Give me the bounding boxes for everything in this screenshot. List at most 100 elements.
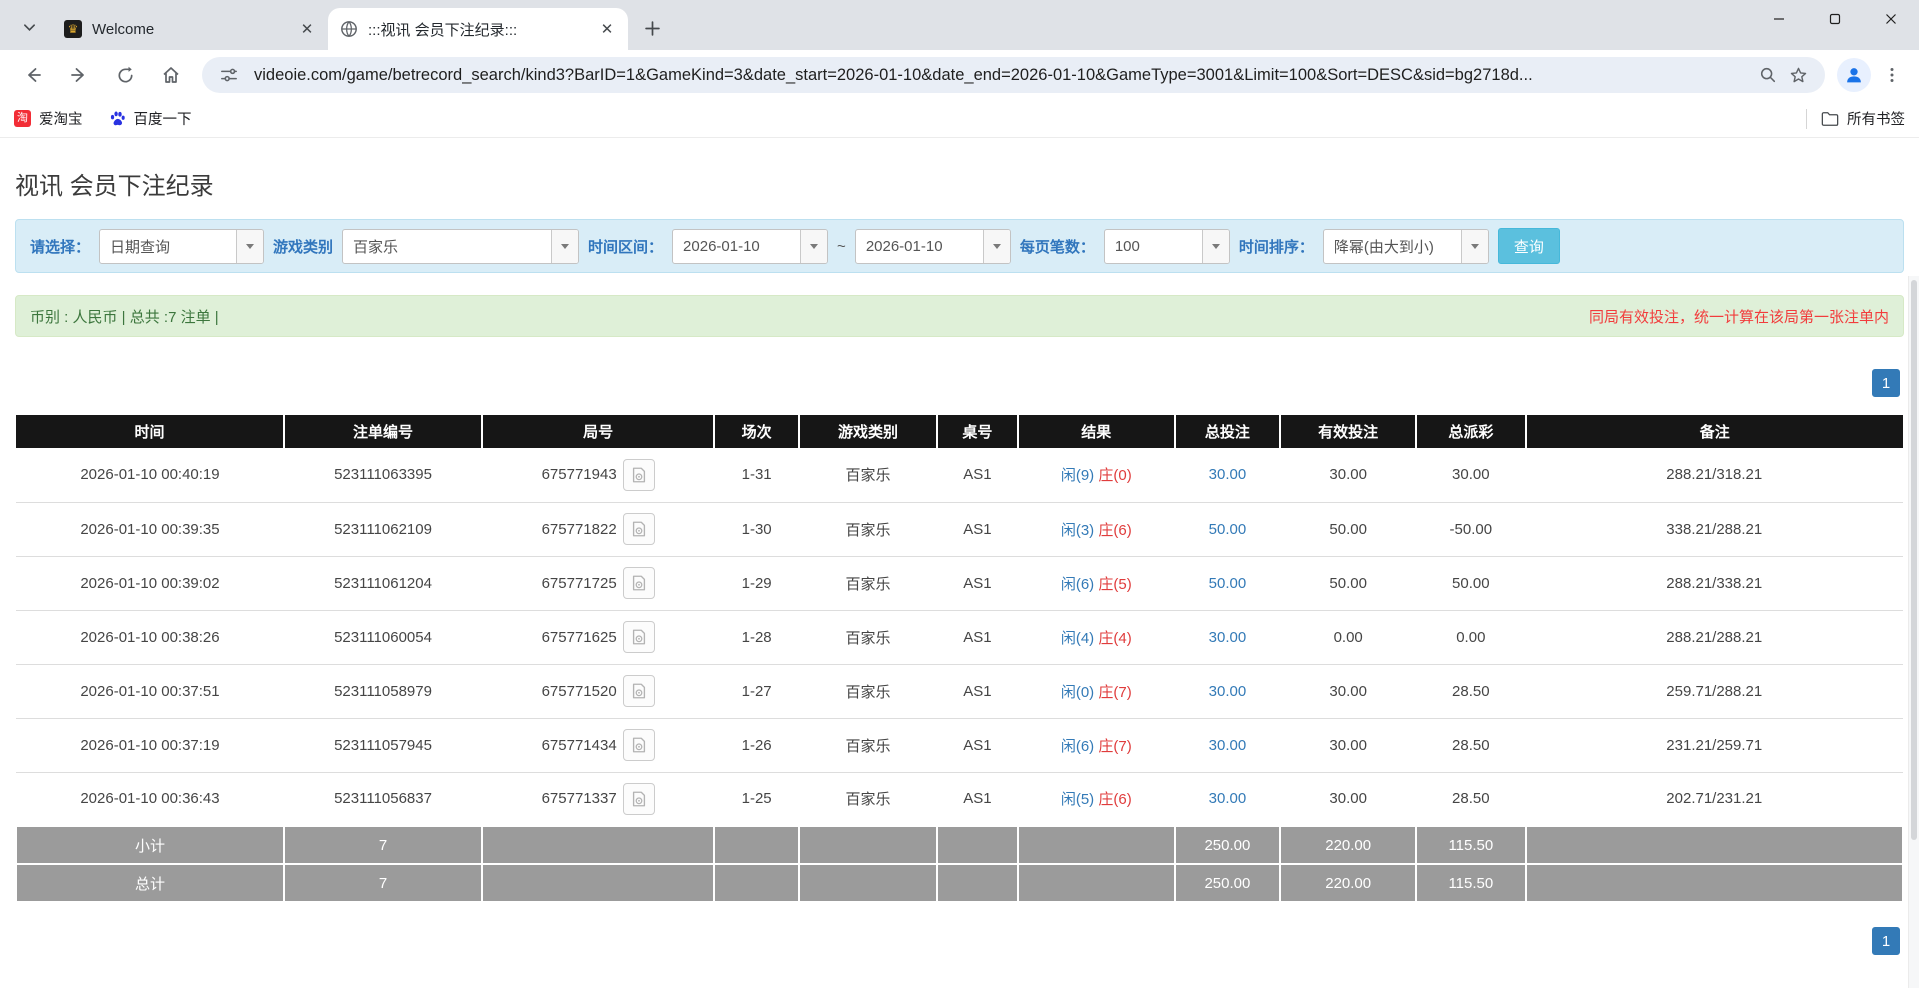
site-settings-icon[interactable] bbox=[214, 60, 244, 90]
round-number: 675771625 bbox=[542, 629, 617, 646]
tab-search-chevron-icon[interactable] bbox=[14, 12, 44, 42]
total-bet-link[interactable]: 50.00 bbox=[1209, 521, 1247, 538]
date-end-value[interactable]: 2026-01-10 bbox=[856, 230, 983, 263]
video-replay-icon[interactable] bbox=[623, 729, 655, 761]
query-button[interactable]: 查询 bbox=[1498, 228, 1560, 264]
total-bet-link[interactable]: 30.00 bbox=[1209, 737, 1247, 754]
date-start-value[interactable]: 2026-01-10 bbox=[673, 230, 800, 263]
bookmark-star-icon[interactable] bbox=[1783, 60, 1813, 90]
cell-round: 675771520 bbox=[482, 664, 714, 718]
total-bet-link[interactable]: 30.00 bbox=[1209, 629, 1247, 646]
url-text[interactable]: videoie.com/game/betrecord_search/kind3?… bbox=[254, 66, 1753, 85]
total-bet-link[interactable]: 30.00 bbox=[1209, 683, 1247, 700]
chevron-down-icon[interactable] bbox=[236, 230, 263, 263]
page-1-button[interactable]: 1 bbox=[1872, 369, 1900, 397]
grand-total-total-bet: 250.00 bbox=[1175, 864, 1281, 902]
per-page-value[interactable]: 100 bbox=[1105, 230, 1202, 263]
sort-combobox[interactable]: 降幂(由大到小) bbox=[1323, 229, 1489, 264]
cell-valid-bet: 50.00 bbox=[1280, 556, 1416, 610]
cell-total-bet: 30.00 bbox=[1175, 610, 1281, 664]
cell-session: 1-28 bbox=[714, 610, 799, 664]
reload-icon[interactable] bbox=[106, 56, 144, 94]
sort-value[interactable]: 降幂(由大到小) bbox=[1324, 230, 1461, 263]
cell-round: 675771943 bbox=[482, 448, 714, 502]
taobao-icon: 淘 bbox=[14, 110, 31, 127]
cell-result: 闲(0) 庄(7) bbox=[1018, 664, 1175, 718]
video-replay-icon[interactable] bbox=[623, 567, 655, 599]
round-number: 675771520 bbox=[542, 683, 617, 700]
back-icon[interactable] bbox=[14, 56, 52, 94]
scrollbar-thumb[interactable] bbox=[1911, 280, 1917, 840]
cell-round: 675771434 bbox=[482, 718, 714, 772]
bookmark-baidu[interactable]: 百度一下 bbox=[109, 108, 192, 129]
chevron-down-icon[interactable] bbox=[800, 230, 827, 263]
page-scrollbar[interactable] bbox=[1908, 276, 1919, 988]
tab-bet-records[interactable]: :::视讯 会员下注纪录::: ✕ bbox=[328, 8, 628, 50]
col-header-payout: 总派彩 bbox=[1416, 415, 1525, 448]
zoom-icon[interactable] bbox=[1753, 60, 1783, 90]
cell-note: 288.21/288.21 bbox=[1526, 610, 1903, 664]
bookmark-aitaobao[interactable]: 淘 爱淘宝 bbox=[14, 108, 83, 129]
cell-time: 2026-01-10 00:36:43 bbox=[16, 772, 284, 826]
pagination-top: 1 bbox=[15, 369, 1904, 397]
cell-total-bet: 30.00 bbox=[1175, 448, 1281, 502]
chevron-down-icon[interactable] bbox=[1461, 230, 1488, 263]
subtotal-payout: 115.50 bbox=[1416, 826, 1525, 864]
close-tab-icon[interactable]: ✕ bbox=[596, 18, 618, 40]
cell-game: 百家乐 bbox=[799, 772, 937, 826]
select-mode-label: 请选择： bbox=[30, 236, 90, 257]
total-bet-link[interactable]: 50.00 bbox=[1209, 575, 1247, 592]
per-page-combobox[interactable]: 100 bbox=[1104, 229, 1230, 264]
video-replay-icon[interactable] bbox=[623, 513, 655, 545]
video-replay-icon[interactable] bbox=[623, 459, 655, 491]
query-mode-combobox[interactable]: 日期查询 bbox=[99, 229, 264, 264]
new-tab-icon[interactable] bbox=[636, 12, 668, 44]
currency-total-text: 币别 : 人民币 | 总共 :7 注单 | bbox=[30, 306, 219, 327]
minimize-button[interactable] bbox=[1751, 0, 1807, 38]
game-kind-combobox[interactable]: 百家乐 bbox=[342, 229, 579, 264]
summary-info-bar: 币别 : 人民币 | 总共 :7 注单 | 同局有效投注，统一计算在该局第一张注… bbox=[15, 295, 1904, 337]
cell-valid-bet: 30.00 bbox=[1280, 772, 1416, 826]
cell-note: 202.71/231.21 bbox=[1526, 772, 1903, 826]
page-title: 视讯 会员下注纪录 bbox=[15, 138, 1904, 201]
cell-result: 闲(4) 庄(4) bbox=[1018, 610, 1175, 664]
browser-menu-icon[interactable] bbox=[1875, 58, 1909, 92]
video-replay-icon[interactable] bbox=[623, 783, 655, 815]
forward-icon[interactable] bbox=[60, 56, 98, 94]
date-range-label: 时间区间： bbox=[588, 236, 663, 257]
result-banker: 庄(7) bbox=[1098, 738, 1131, 755]
close-tab-icon[interactable]: ✕ bbox=[296, 18, 318, 40]
cell-session: 1-27 bbox=[714, 664, 799, 718]
table-row: 2026-01-10 00:38:26523111060054675771625… bbox=[16, 610, 1903, 664]
total-bet-link[interactable]: 30.00 bbox=[1209, 790, 1247, 807]
cell-round: 675771725 bbox=[482, 556, 714, 610]
cell-time: 2026-01-10 00:37:51 bbox=[16, 664, 284, 718]
result-banker: 庄(5) bbox=[1098, 576, 1131, 593]
date-end-combobox[interactable]: 2026-01-10 bbox=[855, 229, 1011, 264]
chevron-down-icon[interactable] bbox=[983, 230, 1010, 263]
video-replay-icon[interactable] bbox=[623, 675, 655, 707]
all-bookmarks-button[interactable]: 所有书签 bbox=[1821, 108, 1905, 129]
chevron-down-icon[interactable] bbox=[1202, 230, 1229, 263]
cell-game: 百家乐 bbox=[799, 502, 937, 556]
result-player: 闲(9) bbox=[1061, 467, 1094, 484]
query-mode-value[interactable]: 日期查询 bbox=[100, 230, 236, 263]
home-icon[interactable] bbox=[152, 56, 190, 94]
video-replay-icon[interactable] bbox=[623, 621, 655, 653]
game-kind-label: 游戏类别 bbox=[273, 236, 333, 257]
profile-avatar[interactable] bbox=[1837, 58, 1871, 92]
game-kind-value[interactable]: 百家乐 bbox=[343, 230, 551, 263]
maximize-button[interactable] bbox=[1807, 0, 1863, 38]
cell-round: 675771625 bbox=[482, 610, 714, 664]
close-window-button[interactable] bbox=[1863, 0, 1919, 38]
total-bet-link[interactable]: 30.00 bbox=[1209, 466, 1247, 483]
date-start-combobox[interactable]: 2026-01-10 bbox=[672, 229, 828, 264]
cell-game: 百家乐 bbox=[799, 448, 937, 502]
cell-note: 288.21/338.21 bbox=[1526, 556, 1903, 610]
chevron-down-icon[interactable] bbox=[551, 230, 578, 263]
cell-result: 闲(9) 庄(0) bbox=[1018, 448, 1175, 502]
page-1-button[interactable]: 1 bbox=[1872, 927, 1900, 955]
url-bar[interactable]: videoie.com/game/betrecord_search/kind3?… bbox=[202, 57, 1825, 93]
tab-welcome[interactable]: ♛ Welcome ✕ bbox=[52, 8, 328, 50]
table-row: 2026-01-10 00:39:35523111062109675771822… bbox=[16, 502, 1903, 556]
